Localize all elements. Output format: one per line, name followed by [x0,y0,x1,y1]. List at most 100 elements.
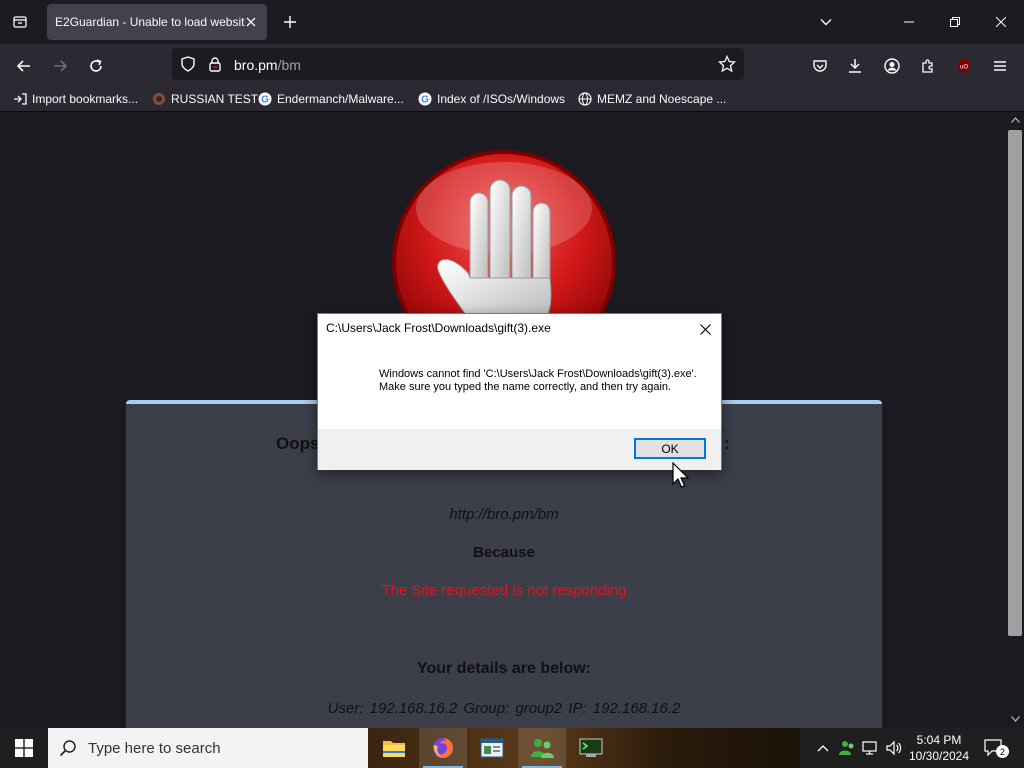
mouse-cursor-icon [672,462,690,488]
bookmark-endermanch[interactable]: G Endermanch/Malware... [257,90,404,108]
tray-network[interactable] [860,728,882,768]
back-button[interactable] [10,52,38,80]
taskbar: Type here to search 5:04 PM 10/30/2024 2 [0,728,1024,768]
account-button[interactable] [878,52,906,80]
tab-list-icon [13,16,27,28]
window-app-icon [480,738,504,758]
list-all-tabs-button[interactable] [816,12,836,32]
scroll-thumb[interactable] [1008,130,1022,636]
arrow-left-icon [16,60,30,72]
google-icon: G [257,91,273,107]
dialog-title: C:\Users\Jack Frost\Downloads\gift(3).ex… [326,321,551,335]
arrow-right-icon [54,60,68,72]
clock-date: 10/30/2024 [908,749,970,763]
bookmark-russian-test[interactable]: RUSSIAN TEST [151,90,258,108]
firefox-icon [433,738,453,758]
search-placeholder: Type here to search [88,739,221,757]
tray-volume[interactable] [883,728,905,768]
url-text[interactable]: bro.pm/bm [234,57,301,73]
blocked-url: http://bro.pm/bm [449,506,559,523]
bookmark-import[interactable]: Import bookmarks... [12,90,138,108]
volume-icon [886,740,902,756]
tab-close-button[interactable] [243,14,259,30]
start-button[interactable] [0,728,48,768]
taskbar-search-box[interactable]: Type here to search [48,728,368,768]
bookmark-star-icon[interactable] [717,54,737,78]
network-icon [862,741,877,755]
close-icon [246,17,256,27]
bookmark-memz[interactable]: MEMZ and Noescape ... [577,90,726,108]
action-center-button[interactable]: 2 [980,736,1009,760]
hamburger-menu-icon [994,61,1006,71]
dialog-footer: OK [318,429,721,470]
details-title: Your details are below: [417,660,591,677]
extensions-button[interactable] [914,52,942,80]
block-reason: The Site requested is not responding [381,582,627,599]
close-icon [996,17,1006,27]
scroll-down-icon[interactable] [1011,716,1020,722]
bookmark-label: RUSSIAN TEST [171,92,259,106]
pocket-button[interactable] [806,52,834,80]
chevron-down-icon [820,19,832,26]
url-path: /bm [277,57,301,73]
dialog-message: Windows cannot find 'C:\Users\Jack Frost… [379,368,697,393]
chevron-up-icon [817,745,829,752]
taskbar-firefox[interactable] [419,728,467,768]
taskbar-file-explorer[interactable] [370,728,418,768]
restore-button[interactable] [932,0,978,44]
error-dialog: C:\Users\Jack Frost\Downloads\gift(3).ex… [317,313,722,470]
address-bar[interactable]: bro.pm/bm [172,48,744,80]
tab-active[interactable]: E2Guardian - Unable to load website [47,4,267,40]
tab-title: E2Guardian - Unable to load website [55,15,245,29]
bookmark-index-isos[interactable]: G Index of /ISOs/Windows [417,90,565,108]
bookmark-label: Endermanch/Malware... [277,92,404,106]
svg-text:G: G [261,95,269,106]
tray-users-app[interactable] [836,728,858,768]
user-details: User: 192.168.16.2 Group: group2 IP: 192… [327,700,681,717]
pocket-icon [813,60,827,72]
users-app-icon [531,739,554,758]
close-icon [699,323,711,335]
import-icon [12,91,28,107]
tab-bar: E2Guardian - Unable to load website [0,0,1024,44]
bookmark-label: Import bookmarks... [32,92,139,106]
site-favicon [151,91,167,107]
because-label: Because [473,544,535,561]
menu-button[interactable] [986,52,1014,80]
oops-heading-end: : [724,434,730,453]
tab-list-button[interactable] [8,10,32,34]
google-icon: G [417,91,433,107]
reload-icon [90,59,102,72]
ok-button[interactable]: OK [634,438,706,459]
taskbar-window-app[interactable] [468,728,516,768]
ublock-origin-icon: uO [958,59,970,73]
download-icon [849,59,861,73]
forward-button[interactable] [46,52,74,80]
scroll-up-icon[interactable] [1011,117,1020,123]
notification-count-badge: 2 [996,745,1009,758]
taskbar-terminal-app[interactable] [567,728,615,768]
ublock-button[interactable]: uO [950,52,978,80]
file-explorer-icon [383,741,405,757]
minimize-button[interactable] [886,0,932,44]
reload-button[interactable] [82,52,110,80]
window-close-button[interactable] [978,0,1024,44]
lock-icon[interactable] [207,56,223,77]
bookmarks-toolbar: Import bookmarks... RUSSIAN TEST G Ender… [0,86,1024,112]
globe-icon [577,91,593,107]
taskbar-clock[interactable]: 5:04 PM 10/30/2024 [904,732,974,764]
new-tab-button[interactable] [280,12,300,32]
tray-show-hidden[interactable] [814,728,832,768]
windows-logo-icon [15,739,33,757]
account-icon [884,58,900,74]
svg-text:G: G [421,95,429,106]
downloads-button[interactable] [841,52,869,80]
url-host: bro.pm [234,57,278,73]
clock-time: 5:04 PM [916,733,962,747]
taskbar-users-app[interactable] [518,728,566,768]
shield-icon[interactable] [180,56,196,77]
minimize-icon [904,21,914,23]
oops-heading: Oops [276,434,320,453]
svg-text:uO: uO [960,65,968,71]
dialog-close-button[interactable] [695,319,715,339]
